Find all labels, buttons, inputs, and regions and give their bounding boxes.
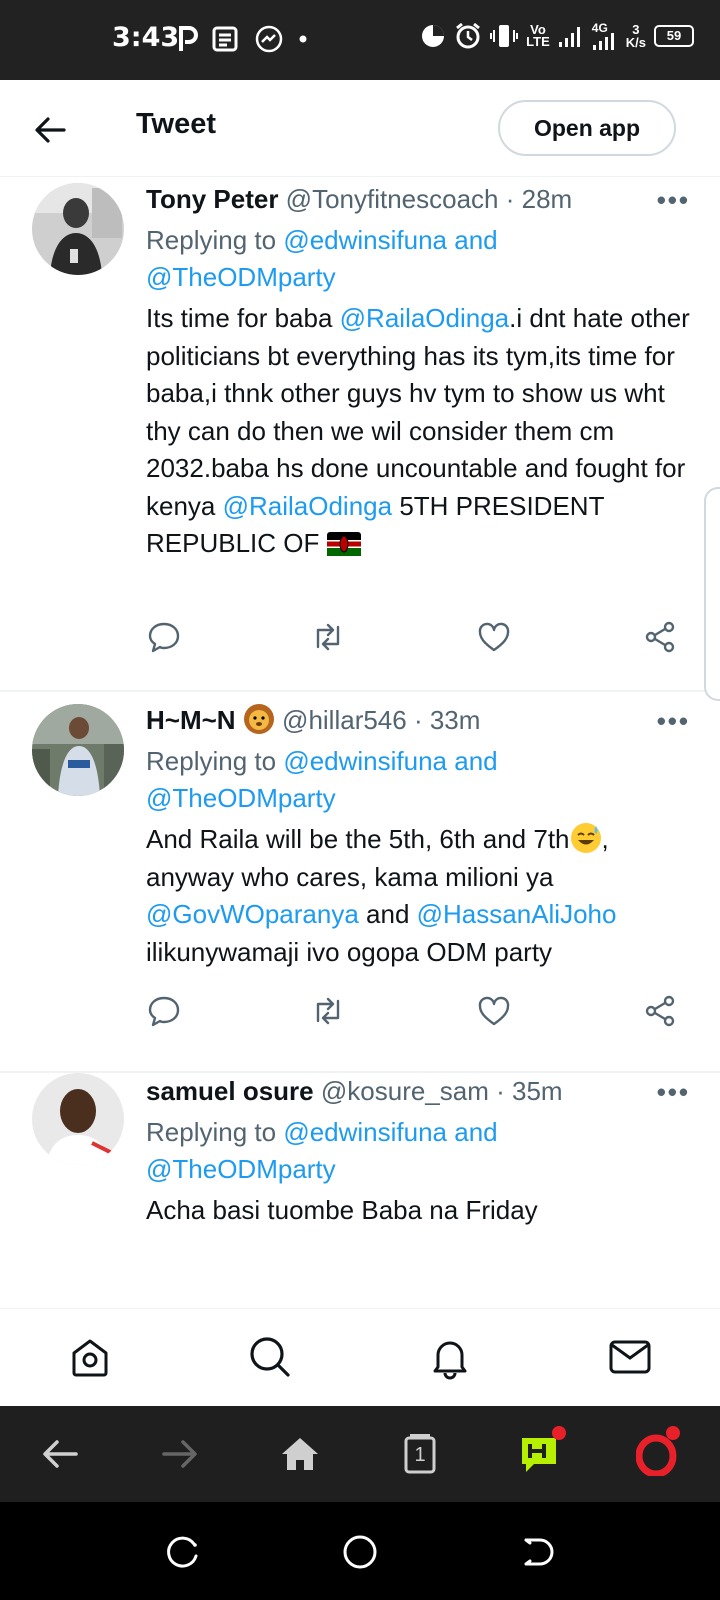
system-navigation-bar — [0, 1502, 720, 1600]
mention-link[interactable]: @TheODMparty — [146, 783, 336, 813]
tweet-text: And Raila will be the 5th, 6th and 7th, … — [146, 823, 617, 967]
mention-link[interactable]: @HassanAliJoho — [417, 899, 617, 929]
notification-dot — [666, 1426, 680, 1440]
comment-icon[interactable] — [146, 619, 182, 655]
share-icon[interactable] — [642, 993, 678, 1029]
author-name[interactable]: samuel osure — [146, 1076, 314, 1106]
status-right-icons: Vo LTE 4G 3 K/s 59 — [420, 21, 694, 50]
author-handle[interactable]: @kosure_sam — [321, 1076, 489, 1106]
heart-icon[interactable] — [476, 993, 512, 1029]
replies-feed[interactable]: Tony Peter @Tonyfitnescoach · 28m Replyi… — [0, 177, 720, 1308]
browser-home-icon[interactable] — [278, 1432, 322, 1476]
author-name[interactable]: H~M~N — [146, 705, 236, 735]
heart-icon[interactable] — [476, 619, 512, 655]
tweet-text: Acha basi tuombe Baba na Friday — [146, 1195, 538, 1225]
share-icon[interactable] — [642, 619, 678, 655]
bell-icon[interactable] — [426, 1333, 474, 1381]
tweet-header: H~M~N @hillar546 · 33m — [146, 702, 690, 738]
avatar[interactable] — [32, 1073, 124, 1165]
messenger-icon — [255, 25, 283, 53]
opera-menu-button[interactable] — [635, 1426, 680, 1478]
arrow-left-icon[interactable] — [30, 110, 70, 150]
author-handle[interactable]: @Tonyfitnescoach — [286, 184, 499, 214]
open-app-button[interactable]: Open app — [498, 100, 676, 156]
tweet-header: Tony Peter @Tonyfitnescoach · 28m — [146, 181, 690, 217]
replying-to: Replying to @edwinsifuna and @TheODMpart… — [146, 1117, 498, 1184]
recent-apps-icon[interactable] — [164, 1532, 204, 1572]
more-options-icon[interactable]: ••• — [657, 1077, 690, 1108]
mention-link[interactable]: @TheODMparty — [146, 1154, 336, 1184]
author-handle[interactable]: @hillar546 — [282, 705, 407, 735]
tweet-header: samuel osure @kosure_sam · 35m — [146, 1073, 690, 1109]
retweet-icon[interactable] — [310, 993, 346, 1029]
bottom-navigation — [0, 1308, 720, 1407]
comment-icon[interactable] — [146, 993, 182, 1029]
volte-label: Vo LTE — [526, 22, 550, 49]
status-bar: 3:43 Vo LTE 4G 3 K/s 59 — [0, 0, 720, 80]
browser-back-icon[interactable] — [38, 1432, 82, 1476]
system-back-icon[interactable] — [516, 1532, 556, 1572]
mention-link[interactable]: @edwinsifuna and — [283, 746, 497, 776]
mention-link[interactable]: @edwinsifuna and — [283, 225, 497, 255]
mention-link[interactable]: @RailaOdinga — [223, 491, 392, 521]
retweet-icon[interactable] — [310, 619, 346, 655]
dot-icon — [299, 35, 307, 43]
more-options-icon[interactable]: ••• — [657, 706, 690, 737]
status-time: 3:43 — [112, 22, 180, 53]
tweet-body: Tony Peter @Tonyfitnescoach · 28m Replyi… — [146, 181, 690, 563]
network-gen: 4G — [592, 21, 618, 50]
news-icon — [212, 26, 238, 52]
tweet-item[interactable]: samuel osure @kosure_sam · 35m Replying … — [0, 1073, 720, 1308]
browser-forward-icon[interactable] — [158, 1432, 202, 1476]
tweet-time: · 28m — [505, 184, 573, 214]
home-button-icon[interactable] — [340, 1532, 380, 1572]
search-icon[interactable] — [246, 1333, 294, 1381]
mail-icon[interactable] — [606, 1333, 654, 1381]
mention-link[interactable]: @GovWOparanya — [146, 899, 359, 929]
kenya-flag-icon — [326, 532, 361, 556]
tabs-count: 1 — [414, 1444, 426, 1466]
mention-link[interactable]: @TheODMparty — [146, 262, 336, 292]
tweet-time: · 35m — [496, 1076, 563, 1106]
side-panel-handle[interactable] — [704, 487, 720, 701]
battery-indicator: 59 — [654, 25, 694, 47]
signal-icon — [558, 27, 580, 47]
data-saver-icon — [422, 25, 445, 47]
alarm-icon — [456, 22, 481, 49]
tweet-body: H~M~N @hillar546 · 33m Replying to @edwi… — [146, 702, 690, 971]
tweet-item[interactable]: Tony Peter @Tonyfitnescoach · 28m Replyi… — [0, 177, 720, 677]
replying-to: Replying to @edwinsifuna and @TheODMpart… — [146, 746, 498, 813]
avatar[interactable] — [32, 183, 124, 275]
lion-emoji-icon — [243, 704, 274, 734]
more-options-icon[interactable]: ••• — [657, 185, 690, 216]
tabs-button[interactable]: 1 — [398, 1432, 442, 1476]
avatar[interactable] — [32, 704, 124, 796]
page-title: Tweet — [136, 108, 217, 140]
parking-icon — [179, 26, 198, 51]
games-button[interactable] — [518, 1426, 566, 1476]
net-speed: 3 K/s — [625, 22, 646, 50]
tweet-actions — [146, 619, 686, 659]
mention-link[interactable]: @edwinsifuna and — [283, 1117, 497, 1147]
home-icon[interactable] — [66, 1333, 114, 1381]
notification-dot — [552, 1426, 566, 1440]
tweet-text: Its time for baba @RailaOdinga.i dnt hat… — [146, 303, 690, 558]
tweet-body: samuel osure @kosure_sam · 35m Replying … — [146, 1073, 690, 1230]
replying-to: Replying to @edwinsifuna and @TheODMpart… — [146, 225, 498, 292]
top-app-bar: Tweet Open app — [0, 80, 720, 177]
status-left-icons — [178, 24, 310, 54]
mention-link[interactable]: @RailaOdinga — [340, 303, 509, 333]
sweat-smile-emoji-icon — [570, 823, 601, 853]
browser-toolbar: 1 — [0, 1406, 720, 1502]
tweet-time: · 33m — [413, 705, 481, 735]
vibrate-icon — [490, 25, 519, 47]
tweet-item[interactable]: H~M~N @hillar546 · 33m Replying to @edwi… — [0, 692, 720, 1047]
tweet-actions — [146, 993, 686, 1033]
author-name[interactable]: Tony Peter — [146, 184, 278, 214]
